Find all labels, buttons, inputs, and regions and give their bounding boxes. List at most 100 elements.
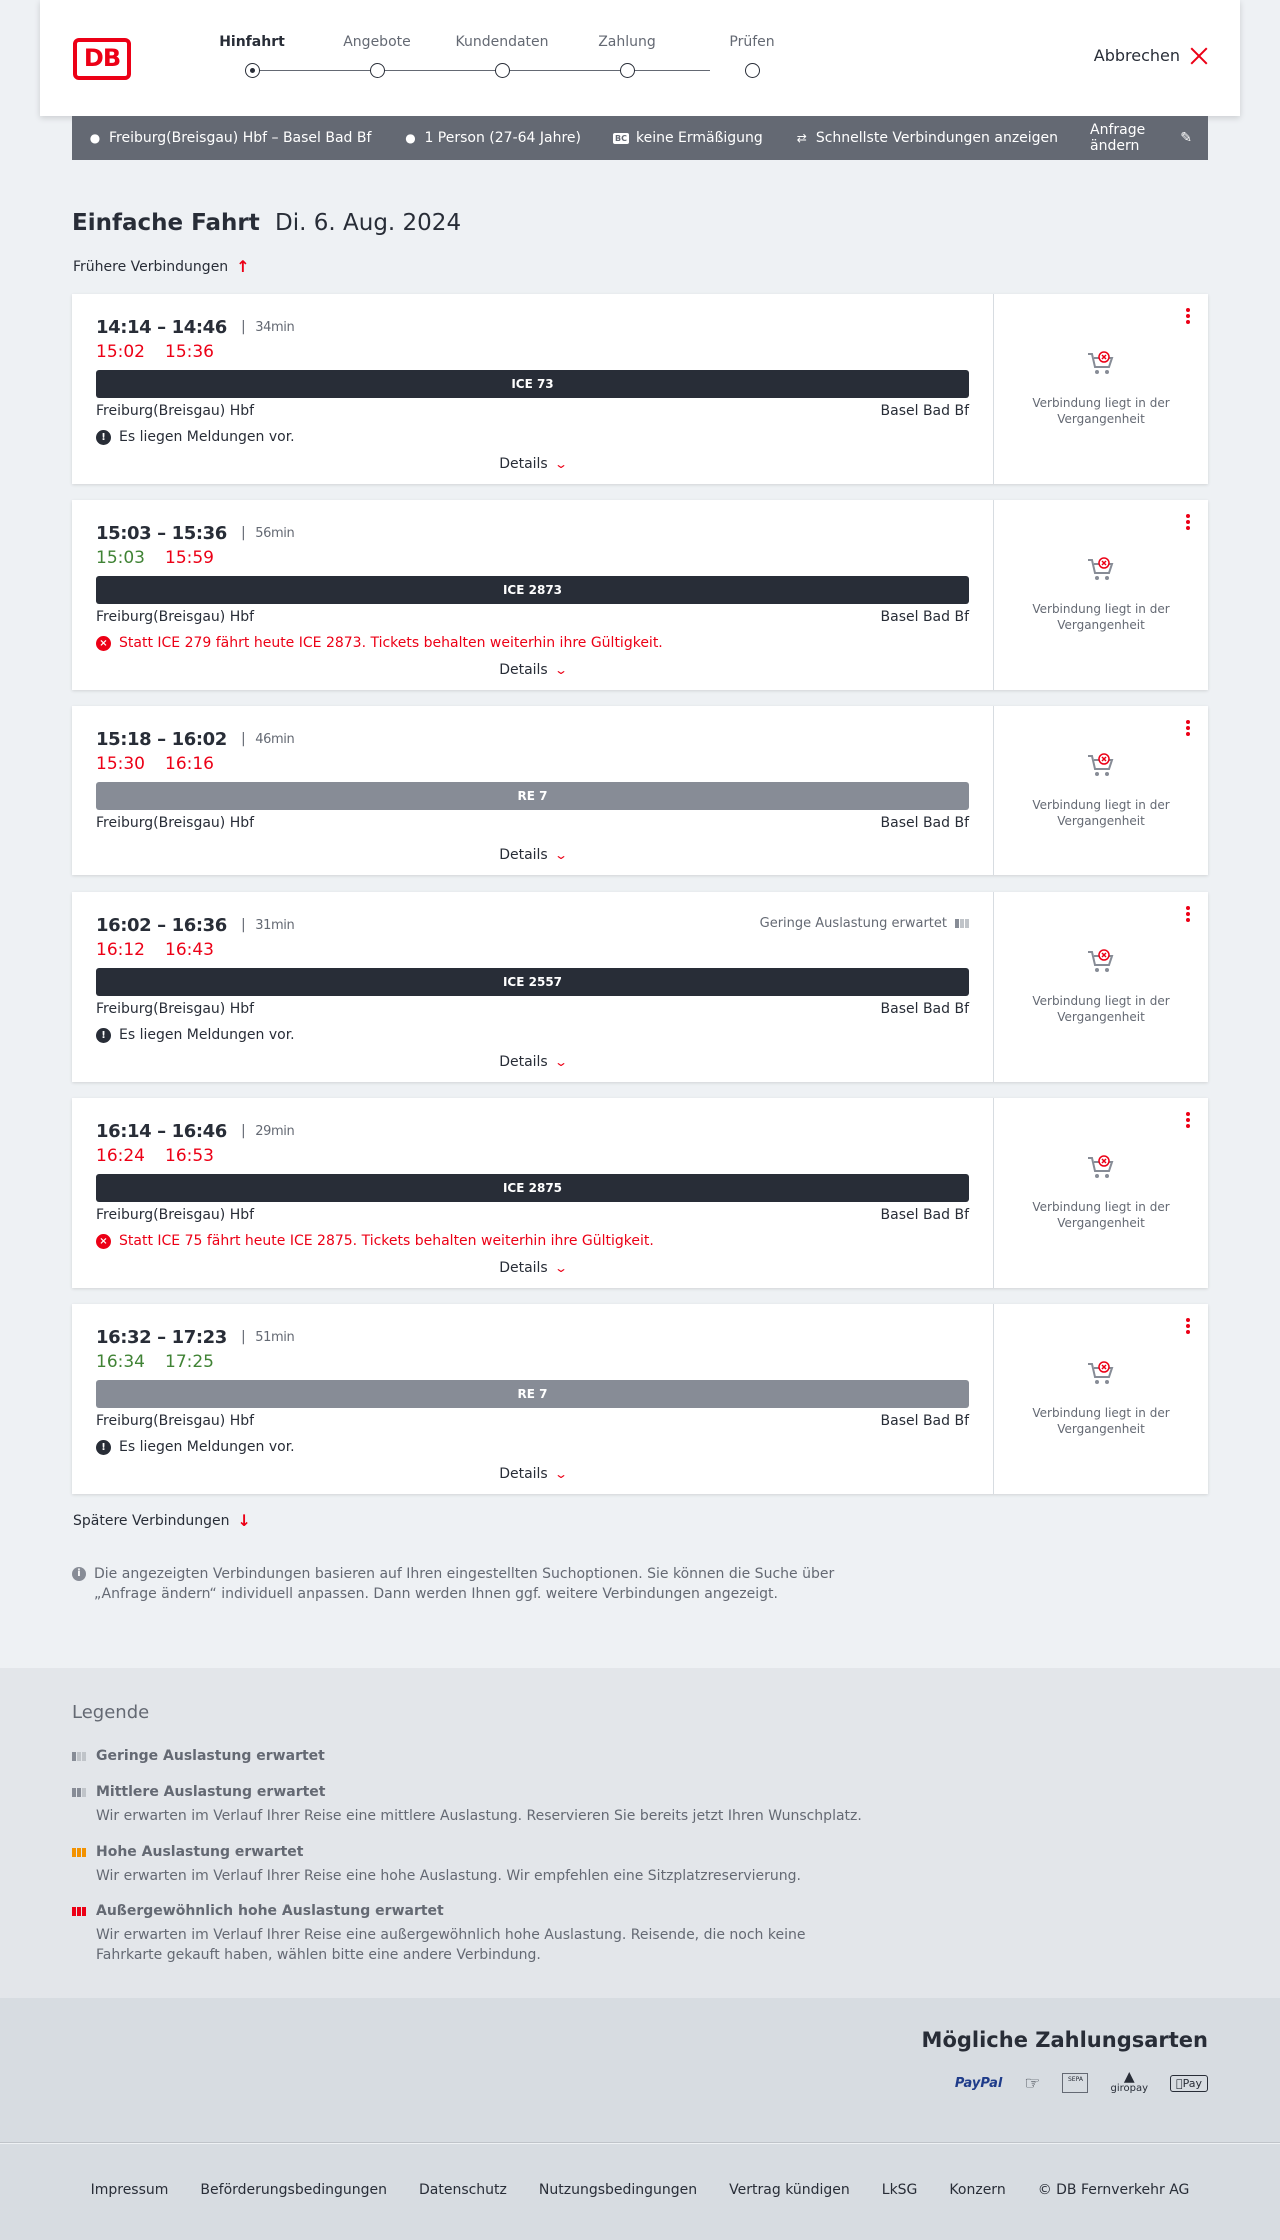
more-options-icon[interactable]: [1186, 906, 1190, 924]
scheduled-times: 15:18 – 16:02: [96, 728, 227, 750]
paypal-icon: PayPal: [954, 2075, 1003, 2091]
past-notice: Verbindung liegt in der Vergangenheit: [994, 752, 1208, 829]
footer-link-lksg[interactable]: LkSG: [882, 2182, 918, 2198]
details-toggle[interactable]: Details ⌄: [72, 1260, 993, 1276]
info-text: Die angezeigten Verbindungen basieren au…: [94, 1566, 835, 1602]
info-icon: i: [72, 1567, 86, 1581]
train-bar[interactable]: ICE 73: [96, 370, 969, 398]
connection-main: 16:02 – 16:36 | 31min Geringe Auslastung e…: [72, 892, 994, 1082]
connection-main: 14:14 – 14:46 | 34min 15:02 15:36 ICE 73 Fr…: [72, 294, 994, 484]
details-label: Details: [499, 847, 548, 863]
connection-card[interactable]: 14:14 – 14:46 | 34min 15:02 15:36 ICE 73 Fr…: [72, 294, 1208, 484]
connection-main: 16:32 – 17:23 | 51min 16:34 17:25 RE 7 Frei…: [72, 1304, 994, 1494]
past-notice: Verbindung liegt in der Vergangenheit: [994, 557, 1208, 633]
connection-times: 14:14 – 14:46 | 34min: [96, 316, 295, 338]
past-notice: Verbindung liegt in der Vergangenheit: [994, 351, 1208, 427]
details-toggle[interactable]: Details ⌄: [72, 456, 993, 472]
earlier-connections-button[interactable]: Frühere Verbindungen ↑: [73, 257, 250, 276]
header: DB Hinfahrt Angebote Kundendaten Zahlung…: [40, 0, 1240, 116]
from-station: Freiburg(Breisgau) Hbf: [96, 1413, 255, 1429]
from-station: Freiburg(Breisgau) Hbf: [96, 1001, 255, 1017]
footer-link-konzern[interactable]: Konzern: [949, 2182, 1005, 2198]
details-label: Details: [499, 456, 548, 472]
from-station: Freiburg(Breisgau) Hbf: [96, 609, 255, 625]
cancel-button[interactable]: Abbrechen: [1094, 46, 1208, 65]
progress-steps: Hinfahrt Angebote Kundendaten Zahlung Pr…: [210, 34, 775, 84]
train-bar[interactable]: ICE 2557: [96, 968, 969, 996]
to-station: Basel Bad Bf: [880, 609, 969, 625]
legend-item-high: Hohe Auslastung erwartet Wir erwarten im…: [72, 1844, 876, 1886]
bahncard-icon: BC: [613, 132, 629, 144]
details-toggle[interactable]: Details ⌄: [72, 1054, 993, 1070]
giropay-icon: ▲ giropay: [1110, 2069, 1148, 2094]
step-dot-active: [245, 63, 260, 78]
footer-link-impressum[interactable]: Impressum: [91, 2182, 169, 2198]
connection-times: 15:18 – 16:02 | 46min: [96, 728, 295, 750]
details-toggle[interactable]: Details ⌄: [72, 662, 993, 678]
message: ! Es liegen Meldungen vor.: [96, 427, 969, 447]
train-bar[interactable]: ICE 2873: [96, 576, 969, 604]
footer-link-befoerderungsbedingungen[interactable]: Beförderungsbedingungen: [200, 2182, 387, 2198]
past-label: Verbindung liegt in der Vergangenheit: [1032, 994, 1170, 1024]
chevron-down-icon: ⌄: [553, 848, 568, 862]
realtime-arrival: 17:25: [165, 1352, 214, 1372]
connection-card[interactable]: 16:02 – 16:36 | 31min Geringe Auslastung e…: [72, 892, 1208, 1082]
step-zahlung: Zahlung: [577, 34, 677, 78]
earlier-label: Frühere Verbindungen: [73, 258, 229, 275]
connection-card[interactable]: 15:18 – 16:02 | 46min 15:30 16:16 RE 7 Frei…: [72, 706, 1208, 875]
footer-link-nutzungsbedingungen[interactable]: Nutzungsbedingungen: [539, 2182, 697, 2198]
realtime-times: 16:12 16:43: [96, 940, 969, 962]
past-label: Verbindung liegt in der Vergangenheit: [1032, 1406, 1170, 1436]
cart-unavailable-icon: [1088, 1155, 1114, 1178]
footer-link-datenschutz[interactable]: Datenschutz: [419, 2182, 507, 2198]
payment-title: Mögliche Zahlungsarten: [921, 2028, 1208, 2052]
edit-query-button[interactable]: Anfrage ändern ✎: [1090, 122, 1192, 154]
later-connections-button[interactable]: Spätere Verbindungen ↓: [73, 1511, 251, 1530]
to-station: Basel Bad Bf: [880, 1413, 969, 1429]
step-angebote: Angebote: [327, 34, 427, 78]
query-passengers: ● 1 Person (27-64 Jahre): [403, 130, 581, 146]
details-toggle[interactable]: Details ⌄: [72, 847, 993, 863]
legend-item-text: Wir erwarten im Verlauf Ihrer Reise eine…: [96, 1808, 862, 1824]
more-options-icon[interactable]: [1186, 1112, 1190, 1130]
connection-card[interactable]: 15:03 – 15:36 | 56min 15:03 15:59 ICE 2873 …: [72, 500, 1208, 690]
legend-title: Legende: [72, 1702, 150, 1723]
scheduled-times: 16:14 – 16:46: [96, 1120, 227, 1142]
message-text: Es liegen Meldungen vor.: [119, 429, 295, 445]
location-pin-icon: ●: [89, 131, 101, 145]
realtime-departure: 15:30: [96, 754, 145, 774]
connection-card[interactable]: 16:32 – 17:23 | 51min 16:34 17:25 RE 7 Frei…: [72, 1304, 1208, 1494]
more-options-icon[interactable]: [1186, 308, 1190, 326]
from-station: Freiburg(Breisgau) Hbf: [96, 403, 255, 419]
connection-booking: Verbindung liegt in der Vergangenheit: [994, 500, 1208, 690]
train-bar[interactable]: ICE 2875: [96, 1174, 969, 1202]
trip-date: Di. 6. Aug. 2024: [275, 210, 462, 236]
cart-unavailable-icon: [1088, 949, 1114, 972]
details-toggle[interactable]: Details ⌄: [72, 1466, 993, 1482]
connection-card[interactable]: 16:14 – 16:46 | 29min 16:24 16:53 ICE 2875 …: [72, 1098, 1208, 1288]
query-fastest-text: Schnellste Verbindungen anzeigen: [815, 130, 1059, 146]
error-icon: ×: [96, 635, 111, 651]
train-bar[interactable]: RE 7: [96, 782, 969, 810]
train-bar[interactable]: RE 7: [96, 1380, 969, 1408]
stations: Freiburg(Breisgau) Hbf Basel Bad Bf: [96, 1207, 969, 1227]
more-options-icon[interactable]: [1186, 514, 1190, 532]
realtime-departure: 15:03: [96, 548, 145, 568]
legend-item-low: Geringe Auslastung erwartet: [72, 1748, 325, 1764]
person-icon: ●: [405, 131, 416, 145]
low-occupancy-icon: [955, 919, 969, 928]
stations: Freiburg(Breisgau) Hbf Basel Bad Bf: [96, 403, 969, 423]
query-route-text: Freiburg(Breisgau) Hbf – Basel Bad Bf: [109, 130, 372, 146]
db-logo[interactable]: DB: [73, 38, 131, 80]
cart-unavailable-icon: [1088, 351, 1114, 374]
scheduled-times: 15:03 – 15:36: [96, 522, 227, 544]
legend-item-title: Geringe Auslastung erwartet: [96, 1748, 325, 1764]
query-passengers-text: 1 Person (27-64 Jahre): [424, 130, 581, 146]
more-options-icon[interactable]: [1186, 1318, 1190, 1336]
duration: 29min: [255, 1123, 295, 1139]
arrow-down-icon: ↓: [237, 1511, 251, 1530]
past-notice: Verbindung liegt in der Vergangenheit: [994, 1155, 1208, 1231]
more-options-icon[interactable]: [1186, 720, 1190, 738]
footer-link-vertrag-kuendigen[interactable]: Vertrag kündigen: [729, 2182, 850, 2198]
step-dot: [370, 63, 385, 78]
